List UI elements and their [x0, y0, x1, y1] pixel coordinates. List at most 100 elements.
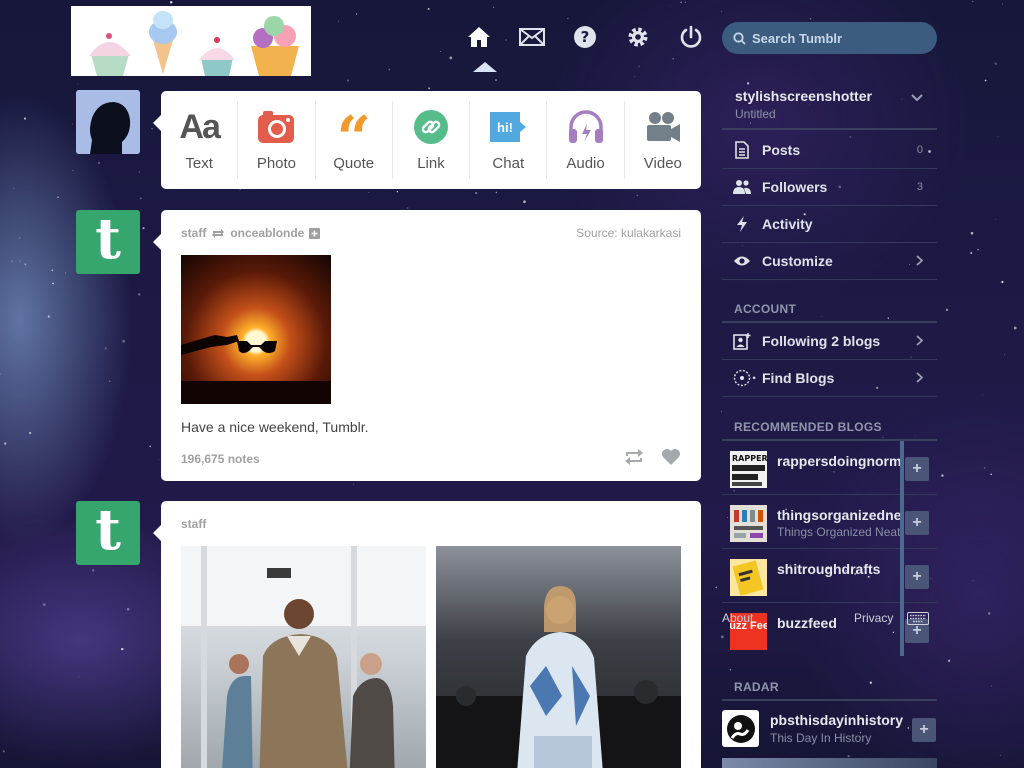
source-label: Source:: [576, 226, 618, 240]
settings-gear-icon[interactable]: [611, 20, 664, 54]
star: [24, 263, 27, 266]
post-author-link[interactable]: staff: [181, 226, 206, 240]
sidebar-item-following[interactable]: Following 2 blogs: [722, 323, 937, 360]
post-photo[interactable]: [181, 255, 331, 404]
reblogged-from-link[interactable]: onceablonde: [230, 226, 304, 240]
radar-blog-item[interactable]: pbsthisdayinhistory This Day In History …: [722, 710, 937, 752]
follow-plus-icon[interactable]: +: [912, 718, 936, 742]
video-camera-icon: [646, 112, 680, 142]
staff-avatar[interactable]: t: [76, 501, 140, 565]
about-link[interactable]: About: [722, 611, 753, 625]
search-input[interactable]: [752, 30, 922, 46]
star: [355, 13, 358, 15]
blog-header-banner[interactable]: [71, 6, 311, 76]
star: [428, 87, 431, 90]
star: [4, 442, 7, 445]
star: [887, 317, 890, 319]
star: [972, 580, 974, 582]
people-icon: [733, 180, 751, 194]
blog-avatar: [730, 505, 767, 542]
compose-chat-button[interactable]: hi! Chat: [470, 101, 548, 179]
sidebar-item-activity[interactable]: Activity: [722, 206, 937, 243]
compose-text-label: Text: [185, 155, 213, 172]
blog-switcher[interactable]: stylishscreenshotter Untitled: [722, 80, 937, 130]
link-icon: [413, 110, 448, 144]
star: [158, 458, 160, 460]
star: [495, 79, 497, 81]
sidebar-item-label: Posts: [762, 142, 801, 158]
follow-plus-icon[interactable]: [309, 227, 321, 239]
star: [18, 236, 21, 239]
compose-audio-button[interactable]: Audio: [547, 101, 625, 179]
mail-icon[interactable]: [505, 20, 558, 54]
recommended-blog-item[interactable]: RAPPERS DOING NORMAL SHIT rappersdoingno…: [722, 441, 937, 495]
follow-plus-icon[interactable]: +: [905, 457, 929, 481]
compose-audio-label: Audio: [566, 155, 605, 172]
chat-icon: hi!: [490, 112, 527, 142]
compose-link-button[interactable]: Link: [393, 101, 471, 179]
sidebar-item-label: Followers: [762, 179, 828, 195]
add-person-icon: [733, 333, 751, 350]
source-link[interactable]: kulakarkasi: [621, 226, 681, 240]
post-author-link[interactable]: staff: [181, 517, 206, 531]
lightning-icon: [737, 216, 747, 232]
compose-photo-button[interactable]: Photo: [238, 101, 316, 179]
sidebar-item-find-blogs[interactable]: Find Blogs: [722, 360, 937, 397]
star: [523, 200, 526, 203]
post-photo[interactable]: [436, 546, 681, 768]
compose-text-button[interactable]: Aa Text: [161, 101, 239, 179]
star: [567, 17, 569, 20]
follow-plus-icon[interactable]: +: [905, 511, 929, 535]
sidebar-item-count: 0: [916, 144, 923, 156]
star: [122, 339, 126, 343]
chevron-right-icon: [916, 255, 923, 266]
runway-model-photo-icon: [436, 586, 681, 768]
chevron-right-icon: [916, 335, 923, 346]
star: [65, 272, 67, 274]
star: [108, 380, 111, 383]
sidebar-item-posts[interactable]: Posts 0: [722, 132, 937, 169]
star: [945, 308, 949, 312]
compose-video-label: Video: [643, 155, 682, 172]
star: [72, 169, 74, 171]
keyboard-icon[interactable]: [907, 612, 929, 625]
star: [52, 282, 54, 285]
power-logout-icon[interactable]: [664, 20, 717, 54]
sidebar-item-count: 3: [916, 181, 923, 193]
star: [882, 436, 884, 439]
follow-plus-icon[interactable]: +: [905, 565, 929, 589]
document-icon: [735, 141, 749, 159]
star: [0, 373, 1, 375]
radar-post-preview[interactable]: [722, 758, 937, 768]
star: [990, 685, 992, 687]
search-bar[interactable]: [722, 22, 937, 54]
section-title-recommended: RECOMMENDED BLOGS: [734, 420, 882, 434]
reblog-icon[interactable]: [623, 448, 645, 466]
star: [990, 473, 993, 476]
star: [847, 754, 850, 758]
recommended-blog-item[interactable]: thingsorganizedneatly Things Organized N…: [722, 495, 937, 549]
help-icon[interactable]: ?: [558, 20, 611, 54]
star: [19, 260, 21, 262]
star: [997, 136, 999, 137]
sidebar-item-customize[interactable]: Customize: [722, 243, 937, 280]
compose-quote-button[interactable]: “ Quote: [316, 101, 393, 179]
compose-video-button[interactable]: Video: [625, 101, 701, 179]
sidebar-item-followers[interactable]: Followers 3: [722, 169, 937, 206]
staff-avatar[interactable]: t: [76, 210, 140, 274]
organized-objects-icon: [730, 505, 767, 542]
home-icon[interactable]: [452, 20, 505, 54]
post-photo[interactable]: [181, 546, 426, 768]
star: [13, 187, 15, 189]
blog-subtitle: Untitled: [735, 107, 776, 121]
tumblr-logo-icon: t: [95, 501, 121, 563]
user-avatar[interactable]: [76, 90, 140, 154]
post-notes-count[interactable]: 196,675 notes: [181, 452, 260, 466]
heart-like-icon[interactable]: [661, 448, 681, 466]
star: [449, 56, 453, 60]
blog-name: shitroughdrafts: [777, 561, 881, 577]
privacy-link[interactable]: Privacy: [854, 611, 893, 625]
recommended-blog-item[interactable]: shitroughdrafts +: [722, 549, 937, 603]
divider: [722, 699, 937, 701]
star: [1001, 280, 1004, 284]
